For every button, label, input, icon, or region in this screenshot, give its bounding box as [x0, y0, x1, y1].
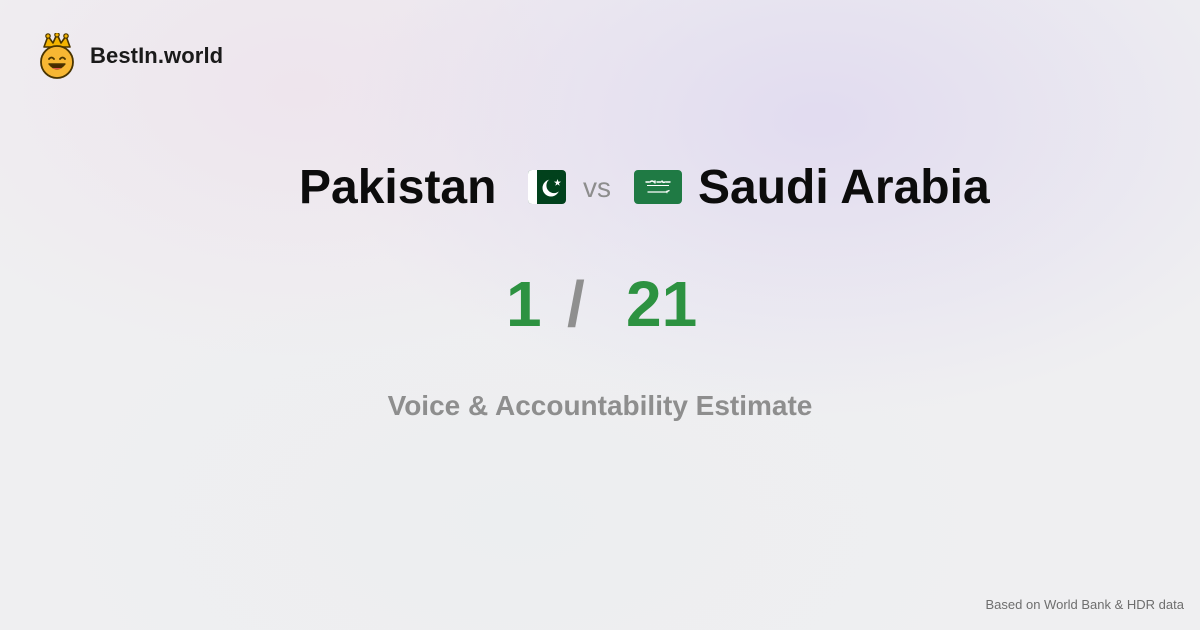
comparison-headline: Pakistan vs Saudi Arabia — [0, 158, 1200, 220]
rank-display: 1 / 21 — [0, 266, 1200, 346]
data-source-note: Based on World Bank & HDR data — [985, 597, 1184, 612]
brand-name: BestIn.world — [90, 43, 224, 68]
pakistan-flag-icon — [528, 170, 566, 204]
rank-a-value: 1 — [506, 268, 542, 340]
rank-separator: / — [567, 268, 585, 340]
crowned-smiley-icon — [40, 33, 74, 79]
brand[interactable]: BestIn.world — [38, 33, 224, 79]
country-b-name: Saudi Arabia — [698, 161, 990, 214]
country-a-name: Pakistan — [299, 161, 497, 214]
rank-b-value: 21 — [626, 268, 698, 340]
saudi-arabia-flag-icon — [634, 170, 682, 204]
metric-label: Voice & Accountability Estimate — [387, 390, 813, 421]
vs-label: vs — [583, 172, 611, 203]
